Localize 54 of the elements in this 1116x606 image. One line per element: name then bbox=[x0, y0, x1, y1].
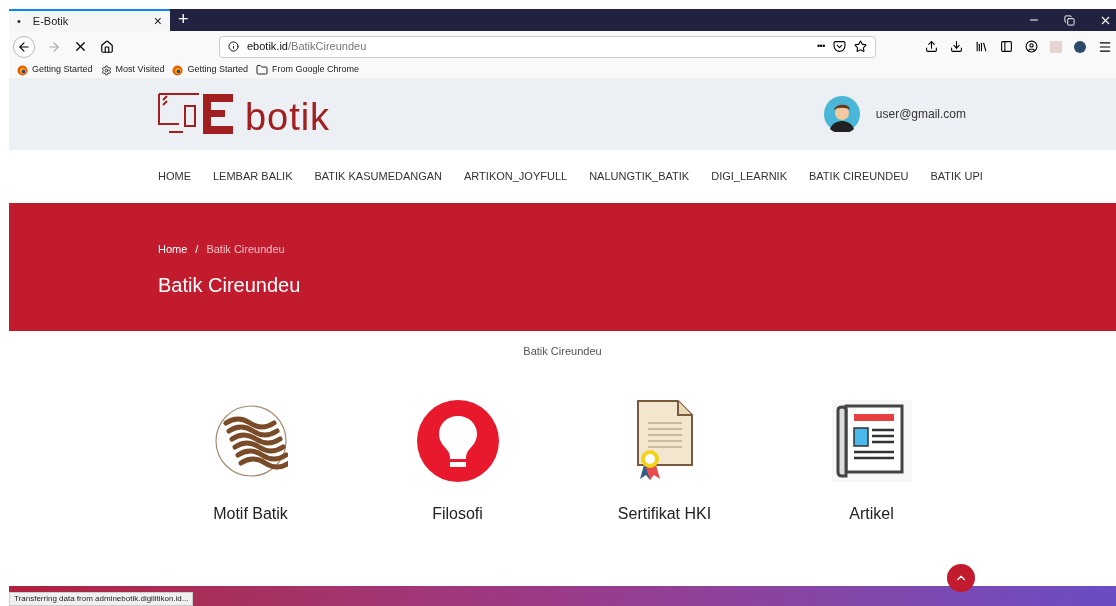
firefox-icon bbox=[17, 64, 28, 76]
close-tab-button[interactable]: × bbox=[153, 10, 162, 32]
info-icon bbox=[228, 41, 239, 52]
nav-link[interactable]: NALUNGTIK_BATIK bbox=[589, 168, 690, 185]
status-text: Transferring data from adminebotik.digilitikon.id... bbox=[9, 592, 194, 606]
back-button[interactable] bbox=[13, 35, 35, 58]
gear-icon bbox=[100, 64, 112, 76]
pocket-icon[interactable] bbox=[833, 40, 846, 53]
bookmark-item[interactable]: Most Visited bbox=[100, 63, 165, 77]
newspaper-icon bbox=[831, 399, 912, 482]
avatar-icon bbox=[823, 96, 860, 132]
firefox-icon bbox=[172, 64, 184, 76]
download-icon[interactable] bbox=[950, 40, 963, 53]
bookmark-item[interactable]: Getting Started bbox=[17, 63, 93, 77]
page-actions-button[interactable]: ••• bbox=[816, 39, 825, 54]
section-label: Batik Cireundeu bbox=[523, 344, 602, 359]
library-icon[interactable] bbox=[975, 40, 988, 53]
lightbulb-icon bbox=[416, 399, 499, 482]
cursor-extension-icon[interactable] bbox=[1074, 40, 1086, 53]
loading-dot: • bbox=[17, 13, 21, 29]
card-label[interactable]: Filosofi bbox=[432, 501, 483, 526]
breadcrumb-link[interactable]: Home bbox=[158, 241, 188, 258]
nav-link[interactable]: BATIK UPI bbox=[930, 168, 983, 185]
nav-link[interactable]: LEMBAR BALIK bbox=[213, 168, 293, 185]
card-label[interactable]: Motif Batik bbox=[213, 501, 288, 526]
star-icon[interactable] bbox=[854, 40, 867, 53]
nav-link[interactable]: DIGI_LEARNIK bbox=[711, 168, 787, 185]
folder-icon bbox=[255, 64, 268, 76]
card-label[interactable]: Artikel bbox=[849, 501, 894, 526]
tray-icon[interactable] bbox=[925, 40, 938, 53]
logo-text: botik bbox=[245, 98, 331, 136]
page-title: Batik Cireundeu bbox=[158, 272, 302, 298]
new-tab-button[interactable]: + bbox=[170, 9, 197, 31]
breadcrumb-current: Batik Cireundeu bbox=[206, 242, 285, 257]
menu-icon[interactable] bbox=[1098, 39, 1112, 54]
user-email[interactable]: user@gmail.com bbox=[875, 105, 966, 123]
breadcrumb-separator: / bbox=[195, 242, 199, 257]
url-text: ebotik.id/BatikCireundeu bbox=[247, 39, 367, 55]
nav-link[interactable]: BATIK KASUMEDANGAN bbox=[314, 168, 443, 185]
scroll-top-button[interactable] bbox=[947, 564, 975, 592]
browser-tab[interactable]: • E-Botik × bbox=[9, 9, 170, 31]
address-bar[interactable]: ebotik.id/BatikCireundeu ••• bbox=[219, 35, 876, 58]
nav-link[interactable]: HOME bbox=[158, 168, 191, 185]
home-icon[interactable] bbox=[100, 39, 114, 54]
nav-link[interactable]: ARTIKON_JOYFULL bbox=[464, 168, 568, 185]
sidebar-icon[interactable] bbox=[1000, 40, 1013, 53]
account-icon[interactable] bbox=[1025, 40, 1038, 53]
bookmark-item[interactable]: From Google Chrome bbox=[255, 63, 359, 77]
card-label[interactable]: Sertifikat HKI bbox=[617, 501, 712, 526]
bookmark-item[interactable]: Getting Started bbox=[172, 63, 248, 77]
nav-link[interactable]: BATIK CIREUNDEU bbox=[809, 168, 909, 185]
tab-title: E-Botik bbox=[32, 13, 70, 29]
stop-icon[interactable] bbox=[73, 39, 88, 54]
restore-icon[interactable] bbox=[1064, 14, 1075, 26]
